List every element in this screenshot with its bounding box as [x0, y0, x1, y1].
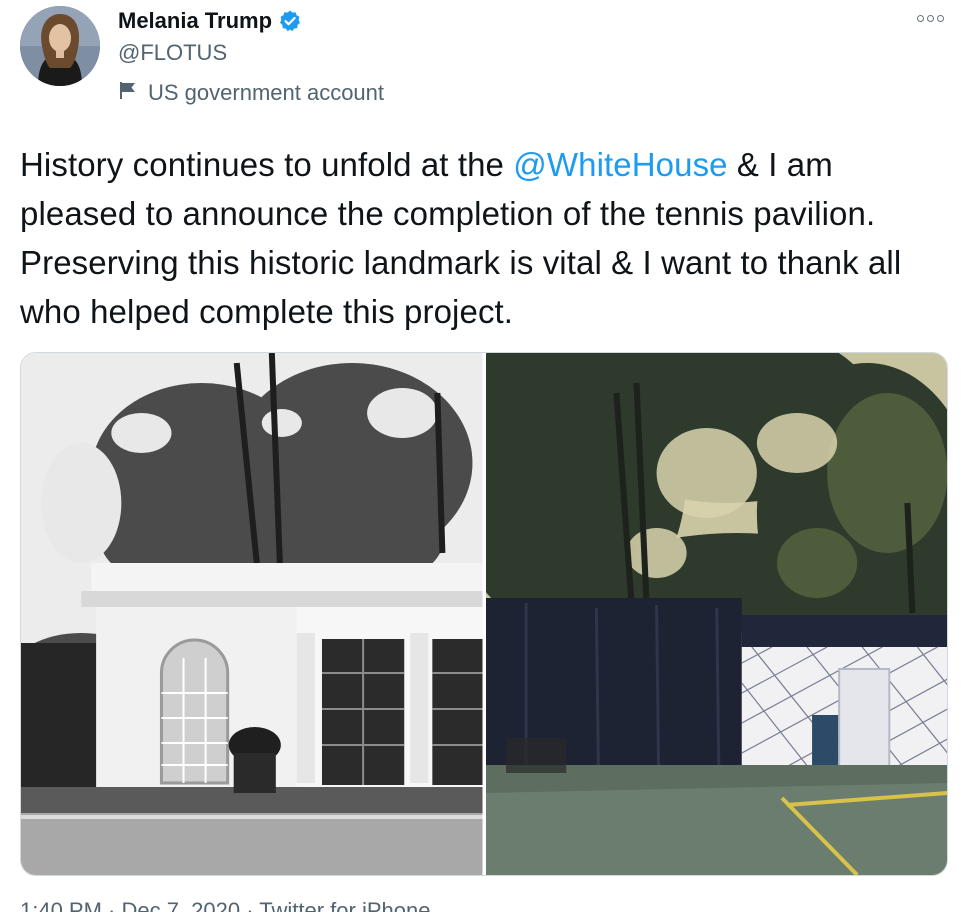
account-label: US government account — [118, 78, 384, 108]
mention-link[interactable]: @WhiteHouse — [513, 146, 727, 183]
photo-pavilion-before[interactable] — [485, 353, 947, 875]
tweet: Melania Trump @FLOTUS US government acco… — [0, 0, 961, 912]
verified-badge-icon — [278, 9, 302, 33]
tweet-timestamp[interactable]: 1:40 PM · Dec 7, 2020 · Twitter for iPho… — [20, 896, 430, 912]
avatar[interactable] — [20, 6, 100, 86]
flag-icon — [118, 78, 138, 108]
more-icon[interactable] — [915, 8, 945, 28]
tweet-media — [20, 352, 948, 876]
photo-pavilion-bw[interactable] — [21, 353, 483, 875]
author-name[interactable]: Melania Trump — [118, 6, 302, 36]
author-handle[interactable]: @FLOTUS — [118, 38, 227, 68]
tweet-text: History continues to unfold at the @Whit… — [20, 140, 940, 336]
tweet-text-before: History continues to unfold at the — [20, 146, 514, 183]
author-name-text[interactable]: Melania Trump — [118, 6, 272, 36]
account-label-text: US government account — [148, 80, 385, 105]
